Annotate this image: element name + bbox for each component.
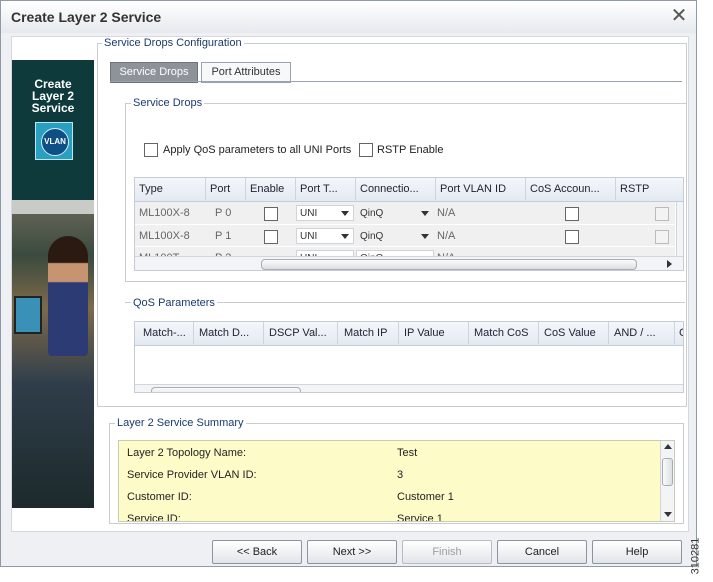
summary-scrollbar[interactable] [660,441,674,521]
wizard-sidebar: Create Layer 2 Service VLAN [12,60,94,508]
connection-value: QinQ [360,231,384,242]
column-header[interactable]: Match IP [340,322,399,344]
column-header[interactable]: Port [206,178,246,200]
summary-label: Service Provider VLAN ID: [127,469,257,481]
horizontal-scrollbar[interactable] [135,384,683,392]
chevron-down-icon [341,234,349,239]
tab-service-drops[interactable]: Service Drops [110,62,198,83]
vertical-scrollbar[interactable] [676,202,683,257]
chevron-down-icon [341,211,349,216]
chevron-down-icon [421,211,429,216]
scroll-right-icon[interactable] [667,260,672,268]
finish-button[interactable]: Finish [402,540,492,564]
summary-value: Customer 1 [397,491,454,503]
scrollbar-thumb[interactable] [662,458,673,486]
rstp-enable-label: RSTP Enable [377,144,444,156]
summary-label: Layer 2 Topology Name: [127,447,247,459]
cancel-button[interactable]: Cancel [497,540,587,564]
rstp-enable-checkbox[interactable] [359,143,373,157]
help-button[interactable]: Help [592,540,682,564]
qos-table: Match-... Match D... DSCP Val... Match I… [134,321,684,393]
cell-port: P 1 [215,230,232,242]
scroll-up-icon[interactable] [664,444,672,449]
person-illustration [48,236,88,356]
scrollbar-thumb[interactable] [151,387,301,392]
sidebar-title: Create Layer 2 Service [12,78,94,114]
summary-panel: Layer 2 Topology Name: Test Service Prov… [118,440,675,522]
port-type-value: UNI [300,231,318,242]
vlan-icon: VLAN [35,122,73,160]
sidebar-photo-band [12,200,94,214]
connection-select[interactable]: QinQ [356,228,434,244]
figure-id-text: 310281 [689,537,702,575]
chevron-down-icon [421,234,429,239]
summary-label: Service ID: [127,513,181,522]
cell-port: P 0 [215,207,232,219]
tab-underline [110,81,682,82]
service-drops-table: Type Port Enable Port T... Connectio... … [134,177,684,271]
column-header[interactable]: Connectio... [356,178,436,200]
apply-qos-checkbox[interactable] [144,143,158,157]
cell-type: ML100X-8 [139,207,190,219]
rstp-checkbox [655,230,669,244]
summary-value: Service 1 [397,513,443,522]
close-icon[interactable]: ✕ [668,5,690,27]
vlan-icon-label: VLAN [41,128,69,156]
column-header[interactable]: CoS Value [540,322,609,344]
summary-label: Customer ID: [127,491,192,503]
enable-checkbox[interactable] [264,230,278,244]
column-header[interactable]: Type [135,178,206,200]
port-type-value: UNI [300,208,318,219]
service-drops-config-title: Service Drops Configuration [102,37,244,49]
column-header[interactable]: Port VLAN ID [436,178,526,200]
port-type-select[interactable]: UNI [296,205,354,221]
column-header[interactable]: AND / ... [610,322,675,344]
horizontal-scrollbar[interactable] [135,256,683,270]
column-header[interactable]: CoS Accoun... [526,178,616,200]
connection-select[interactable]: QinQ [356,205,434,221]
cos-account-checkbox[interactable] [565,230,579,244]
connection-value: QinQ [360,208,384,219]
summary-value: Test [397,447,418,459]
back-button[interactable]: << Back [212,540,302,564]
cell-vlan: N/A [437,230,456,242]
enable-checkbox[interactable] [264,207,278,221]
cos-account-checkbox[interactable] [565,207,579,221]
figure-id: 310281 [689,535,709,581]
scroll-down-icon[interactable] [664,512,672,517]
monitor-illustration [14,296,42,334]
sidebar-title-line: Service [31,101,75,115]
column-header[interactable]: DSCP Val... [265,322,338,344]
apply-qos-label: Apply QoS parameters to all UNI Ports [163,144,352,156]
next-button[interactable]: Next >> [307,540,397,564]
column-header[interactable]: RSTP [616,178,670,200]
table-row[interactable]: ML100X-8 P 1 UNI QinQ N/A [135,224,675,247]
column-header[interactable]: Port T... [296,178,356,200]
summary-value: 3 [397,469,404,481]
port-type-select[interactable]: UNI [296,228,354,244]
summary-title: Layer 2 Service Summary [115,417,246,429]
cell-type: ML100X-8 [139,230,190,242]
service-drops-title: Service Drops [131,97,205,109]
column-header[interactable]: Match D... [195,322,264,344]
table-header: Type Port Enable Port T... Connectio... … [135,178,683,202]
rstp-checkbox [655,207,669,221]
qos-title: QoS Parameters [131,297,217,309]
column-header[interactable]: Match-... [139,322,194,344]
column-header[interactable]: IP Value [400,322,469,344]
table-row[interactable]: ML100X-8 P 0 UNI QinQ N/A [135,202,675,224]
column-header[interactable]: C [675,322,683,344]
column-header[interactable]: Match CoS [470,322,539,344]
scrollbar-thumb[interactable] [261,259,637,270]
dialog-title: Create Layer 2 Service [11,9,162,25]
column-header[interactable]: Enable [246,178,296,200]
cell-vlan: N/A [437,207,456,219]
table-header: Match-... Match D... DSCP Val... Match I… [135,322,683,346]
tab-port-attributes[interactable]: Port Attributes [201,62,291,83]
